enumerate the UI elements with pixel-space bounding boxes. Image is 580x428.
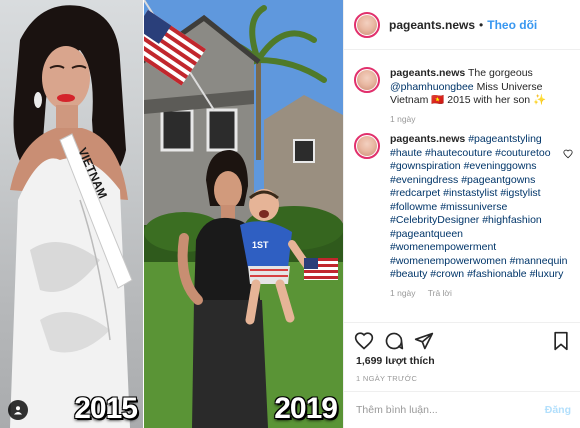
post-header: pageants.news • Theo dõi [344, 0, 580, 50]
hashtag-link[interactable]: #pageantgowns [461, 174, 535, 186]
avatar-image [357, 14, 377, 35]
hashtag-link[interactable]: #highfashion [482, 214, 542, 226]
hashtag-link[interactable]: #instastylist [443, 187, 497, 199]
hashtag-comment: pageants.news #pageantstyling #haute #ha… [354, 133, 573, 298]
hashtag-link[interactable]: #womenempowerwomen [390, 255, 507, 267]
header-username[interactable]: pageants.news [389, 18, 475, 32]
comments-list[interactable]: pageants.news The gorgeous @phamhuongbee… [344, 51, 580, 321]
hashtag-link[interactable]: #beauty [390, 268, 427, 280]
tag-people-button[interactable] [8, 400, 28, 420]
photo-2019-illustration: 1ST [144, 0, 343, 428]
hashtag-link[interactable]: #eveningdress [390, 174, 458, 186]
hashtag-link[interactable]: #CelebrityDesigner [390, 214, 479, 226]
likes-count[interactable]: 1,699 lượt thích [356, 355, 435, 367]
hashtag-link[interactable]: #pageantqueen [390, 228, 463, 240]
hashtag-link[interactable]: #mannequin [510, 255, 568, 267]
follow-button[interactable]: Theo dõi [487, 18, 537, 32]
caption-avatar[interactable] [354, 67, 380, 93]
hashtag-link[interactable]: #haute [390, 147, 422, 159]
photo-2015: VIETNAM 2015 [0, 0, 143, 428]
caption-meta: 1 ngày [390, 114, 569, 124]
header-separator: • [479, 17, 484, 32]
hashtag-link[interactable]: #womenempowerment [390, 241, 496, 253]
comment-icon[interactable] [384, 331, 404, 351]
comment-username[interactable]: pageants.news [390, 133, 465, 145]
year-label-2015: 2015 [74, 392, 138, 425]
user-tag-icon [14, 406, 22, 415]
comment-age: 1 ngày [390, 287, 416, 298]
post-comment-button[interactable]: Đăng [545, 404, 571, 416]
hashtag-link[interactable]: #igstylist [500, 187, 540, 199]
hashtag-link[interactable]: #crown [430, 268, 464, 280]
action-bar [344, 322, 580, 356]
heart-icon[interactable] [354, 331, 374, 351]
comment-like-heart-icon[interactable] [563, 149, 573, 159]
caption-comment: pageants.news The gorgeous @phamhuongbee… [354, 67, 569, 124]
post-side-panel: pageants.news • Theo dõi pageants.news T… [343, 0, 580, 428]
add-comment-section: Đăng [344, 391, 580, 428]
svg-text:1ST: 1ST [252, 240, 269, 250]
comment-avatar[interactable] [354, 133, 380, 159]
hashtag-link[interactable]: #redcarpet [390, 187, 440, 199]
hashtag-link[interactable]: #eveninggowns [464, 160, 537, 172]
caption-mention[interactable]: @phamhuongbee [390, 81, 474, 93]
hashtag-link[interactable]: #followme [390, 201, 437, 213]
hashtag-link[interactable]: #gownspiration [390, 160, 461, 172]
post-photo[interactable]: VIETNAM 2015 1ST 2019 [0, 0, 343, 428]
caption-text: pageants.news The gorgeous @phamhuongbee… [390, 67, 569, 108]
caption-username[interactable]: pageants.news [390, 67, 465, 79]
hashtag-comment-text: pageants.news #pageantstyling #haute #ha… [390, 133, 569, 282]
post-timestamp[interactable]: 1 NGÀY TRƯỚC [356, 374, 417, 383]
reply-button[interactable]: Trả lời [428, 288, 452, 298]
caption-age: 1 ngày [390, 113, 416, 124]
photo-2019: 1ST 2019 [144, 0, 343, 428]
caption-text-before: The gorgeous [468, 67, 533, 79]
hashtag-link[interactable]: #fashionable [467, 268, 527, 280]
photo-2015-illustration: VIETNAM [10, 5, 133, 428]
avatar[interactable] [354, 11, 380, 38]
comment-meta: 1 ngày Trả lời [390, 288, 569, 298]
hashtag-link[interactable]: #missuniverse [440, 201, 507, 213]
year-label-2019: 2019 [274, 392, 338, 425]
hashtag-link[interactable]: #hautecouture [425, 147, 492, 159]
avatar-image [357, 136, 377, 156]
hashtag-link[interactable]: #pageantstyling [468, 133, 542, 145]
hashtag-link[interactable]: #luxury [530, 268, 564, 280]
comment-input[interactable] [356, 400, 526, 420]
bookmark-icon[interactable] [551, 331, 571, 351]
share-icon[interactable] [414, 331, 434, 351]
avatar-image [357, 70, 377, 90]
hashtag-link[interactable]: #couturetoo [495, 147, 550, 159]
